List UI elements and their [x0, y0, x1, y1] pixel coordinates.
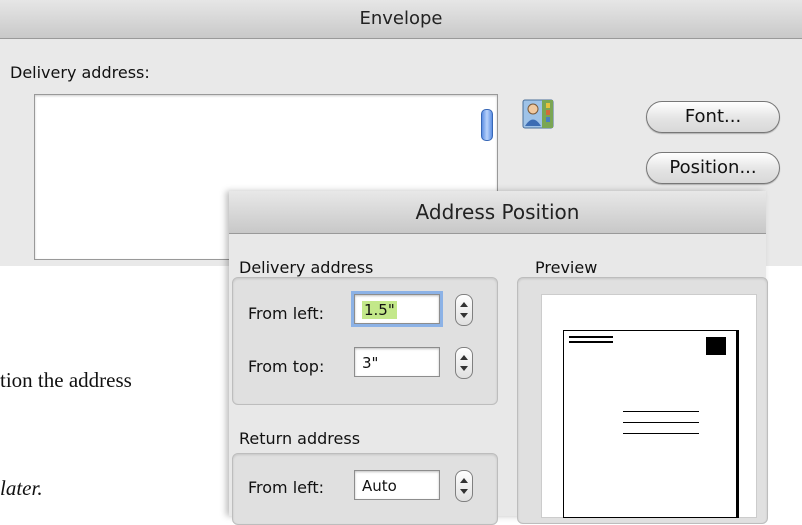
return-from-left-label: From left: — [248, 478, 325, 497]
document-text-line: tion the address — [0, 368, 132, 392]
from-top-input[interactable]: 3" — [354, 347, 440, 377]
delivery-address-line — [623, 422, 699, 423]
return-address-line — [569, 341, 613, 343]
stepper-down-icon[interactable] — [460, 366, 468, 371]
from-left-label: From left: — [248, 304, 325, 323]
stepper-down-icon[interactable] — [460, 313, 468, 318]
address-position-dialog: Address Position Delivery address Previe… — [229, 191, 768, 525]
envelope-preview-icon — [563, 330, 739, 518]
delivery-address-line — [623, 411, 699, 412]
return-address-group-label: Return address — [239, 429, 361, 448]
delivery-address-line — [623, 433, 699, 434]
stamp-icon — [706, 337, 726, 355]
return-address-line — [569, 336, 613, 338]
stepper-up-icon[interactable] — [460, 478, 468, 483]
envelope-title: Envelope — [0, 0, 802, 39]
scrollbar-thumb[interactable] — [481, 109, 493, 141]
stepper-up-icon[interactable] — [460, 302, 468, 307]
from-left-stepper[interactable] — [455, 294, 473, 326]
return-from-left-stepper[interactable] — [455, 470, 473, 502]
from-left-input[interactable]: 1.5" — [351, 291, 443, 327]
document-text-line-italic: later. — [0, 476, 43, 500]
address-position-title: Address Position — [229, 191, 766, 234]
delivery-address-label: Delivery address: — [10, 63, 150, 82]
address-book-icon[interactable] — [520, 96, 556, 132]
from-top-stepper[interactable] — [455, 347, 473, 379]
preview-label: Preview — [535, 258, 598, 277]
return-from-left-value: Auto — [362, 477, 397, 495]
position-button[interactable]: Position... — [646, 152, 780, 184]
return-from-left-input[interactable]: Auto — [354, 470, 440, 500]
font-button[interactable]: Font... — [646, 101, 780, 133]
from-top-value: 3" — [362, 354, 379, 372]
from-top-label: From top: — [248, 357, 325, 376]
stepper-up-icon[interactable] — [460, 355, 468, 360]
from-left-value: 1.5" — [362, 301, 397, 319]
delivery-address-group-label: Delivery address — [239, 258, 374, 277]
stepper-down-icon[interactable] — [460, 489, 468, 494]
